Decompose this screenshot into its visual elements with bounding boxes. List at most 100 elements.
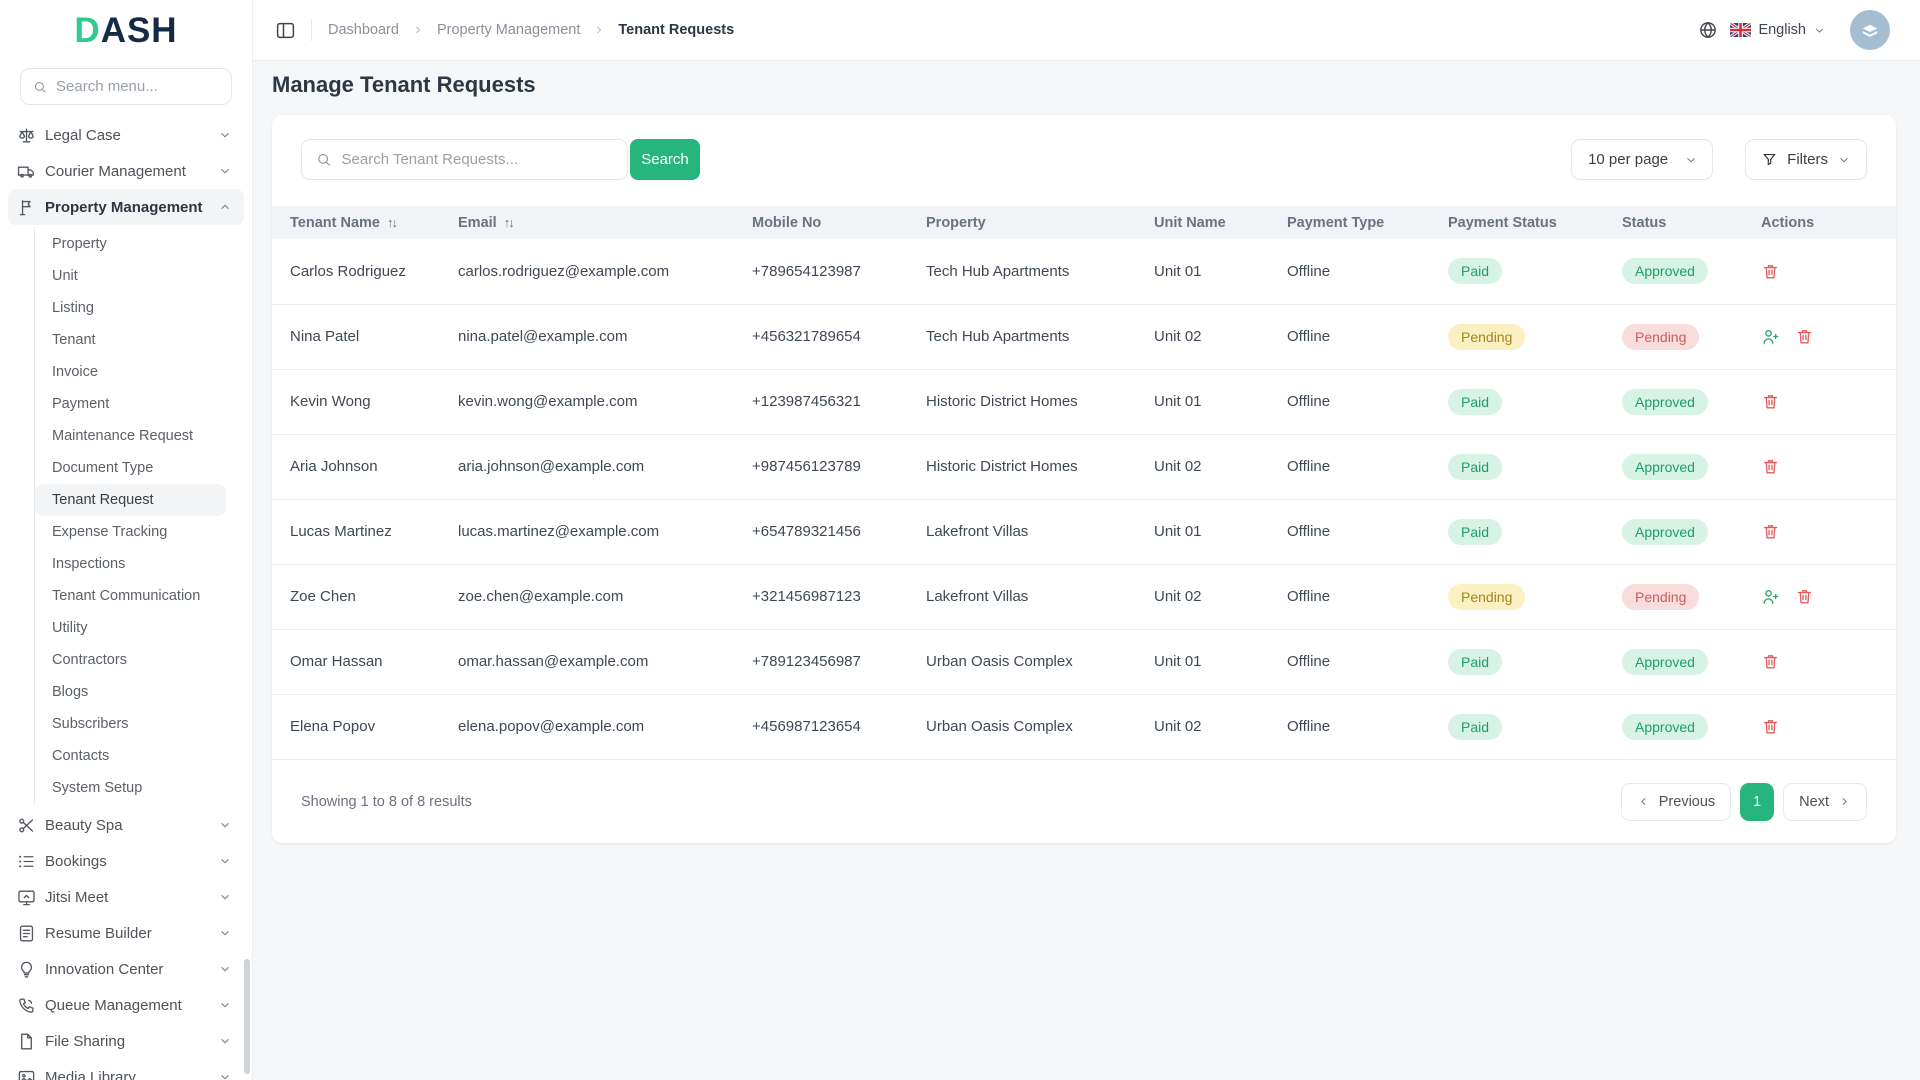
sidebar-item-courier-management[interactable]: Courier Management bbox=[8, 153, 244, 189]
sidebar-item-label: Property Management bbox=[45, 199, 209, 216]
sort-icon: ↑↓ bbox=[504, 215, 513, 230]
sidebar-subitem-document-type[interactable]: Document Type bbox=[35, 452, 226, 484]
sidebar-toggle-button[interactable] bbox=[275, 20, 296, 41]
sidebar-subitem-listing[interactable]: Listing bbox=[35, 292, 226, 324]
col-header-tenant-name[interactable]: Tenant Name↑↓ bbox=[272, 206, 458, 239]
sidebar-subitem-system-setup[interactable]: System Setup bbox=[35, 772, 226, 804]
search-icon bbox=[316, 151, 332, 168]
sidebar-subitem-tenant[interactable]: Tenant bbox=[35, 324, 226, 356]
pagination: Previous 1 Next bbox=[1621, 783, 1867, 821]
delete-button[interactable] bbox=[1761, 392, 1780, 411]
sidebar-subitem-utility[interactable]: Utility bbox=[35, 612, 226, 644]
sidebar-subitem-contractors[interactable]: Contractors bbox=[35, 644, 226, 676]
tenant-name-cell: Nina Patel bbox=[272, 304, 458, 369]
delete-button[interactable] bbox=[1761, 652, 1780, 671]
per-page-select[interactable]: 10 per page bbox=[1571, 139, 1713, 180]
payment_status-cell: Pending bbox=[1448, 564, 1622, 629]
breadcrumb-property-management[interactable]: Property Management bbox=[437, 22, 580, 38]
sidebar-subitem-expense-tracking[interactable]: Expense Tracking bbox=[35, 516, 226, 548]
sidebar-item-innovation-center[interactable]: Innovation Center bbox=[8, 951, 244, 987]
sidebar-subitem-invoice[interactable]: Invoice bbox=[35, 356, 226, 388]
payment_status-cell: Paid bbox=[1448, 629, 1622, 694]
table-row: Kevin Wongkevin.wong@example.com+1239874… bbox=[272, 369, 1896, 434]
document-icon bbox=[17, 924, 36, 943]
sidebar-subitem-payment[interactable]: Payment bbox=[35, 388, 226, 420]
filters-button[interactable]: Filters bbox=[1745, 139, 1867, 180]
sidebar-subitem-maintenance-request[interactable]: Maintenance Request bbox=[35, 420, 226, 452]
tenant-name-cell: Zoe Chen bbox=[272, 564, 458, 629]
page-number-button[interactable]: 1 bbox=[1740, 783, 1774, 821]
language-select[interactable]: English bbox=[1730, 22, 1826, 38]
unit-cell: Unit 01 bbox=[1154, 369, 1287, 434]
tenant-name-cell: Omar Hassan bbox=[272, 629, 458, 694]
approve-tenant-button[interactable] bbox=[1761, 587, 1780, 606]
trash-icon bbox=[1761, 392, 1780, 411]
chevron-down-icon bbox=[218, 962, 232, 976]
sidebar-item-queue-management[interactable]: Queue Management bbox=[8, 987, 244, 1023]
sidebar-search-input[interactable] bbox=[56, 78, 219, 95]
payment_status-badge: Pending bbox=[1448, 324, 1525, 350]
payment_status-cell: Paid bbox=[1448, 239, 1622, 304]
chevron-down-icon bbox=[1813, 24, 1826, 37]
table-row: Carlos Rodriguezcarlos.rodriguez@example… bbox=[272, 239, 1896, 304]
sidebar-subitem-subscribers[interactable]: Subscribers bbox=[35, 708, 226, 740]
list-icon bbox=[17, 852, 36, 871]
tenant-name-cell: Aria Johnson bbox=[272, 434, 458, 499]
payment_status-cell: Paid bbox=[1448, 499, 1622, 564]
delete-button[interactable] bbox=[1761, 717, 1780, 736]
col-header-email[interactable]: Email↑↓ bbox=[458, 206, 752, 239]
chevron-down-icon bbox=[218, 1070, 232, 1080]
delete-button[interactable] bbox=[1761, 522, 1780, 541]
chevron-down-icon bbox=[218, 1034, 232, 1048]
chevron-down-icon bbox=[218, 128, 232, 142]
sidebar-subitem-tenant-communication[interactable]: Tenant Communication bbox=[35, 580, 226, 612]
payment_status-badge: Paid bbox=[1448, 454, 1502, 480]
sidebar-item-beauty-spa[interactable]: Beauty Spa bbox=[8, 807, 244, 843]
col-header-actions: Actions bbox=[1761, 206, 1896, 239]
table-row: Aria Johnsonaria.johnson@example.com+987… bbox=[272, 434, 1896, 499]
uk-flag-icon bbox=[1730, 23, 1751, 37]
status-badge: Approved bbox=[1622, 519, 1708, 545]
chevron-down-icon bbox=[218, 854, 232, 868]
breadcrumb-dashboard[interactable]: Dashboard bbox=[328, 22, 399, 38]
sidebar-item-property-management[interactable]: Property Management bbox=[8, 189, 244, 225]
sidebar-subitem-contacts[interactable]: Contacts bbox=[35, 740, 226, 772]
payment_status-badge: Pending bbox=[1448, 584, 1525, 610]
delete-button[interactable] bbox=[1795, 327, 1814, 346]
search-button[interactable]: Search bbox=[630, 139, 700, 180]
unit-cell: Unit 02 bbox=[1154, 694, 1287, 759]
next-page-button[interactable]: Next bbox=[1783, 783, 1867, 821]
sidebar-item-media-library[interactable]: Media Library bbox=[8, 1059, 244, 1080]
table-search-input[interactable] bbox=[342, 151, 613, 168]
chevron-up-icon bbox=[218, 200, 232, 214]
sidebar-subitem-property[interactable]: Property bbox=[35, 228, 226, 260]
page-title: Manage Tenant Requests bbox=[272, 71, 1896, 99]
globe-icon[interactable] bbox=[1698, 20, 1718, 40]
chevron-right-icon bbox=[412, 24, 424, 36]
email-cell: kevin.wong@example.com bbox=[458, 369, 752, 434]
sidebar-subitem-tenant-request[interactable]: Tenant Request bbox=[35, 484, 226, 516]
sidebar-item-label: Innovation Center bbox=[45, 961, 209, 978]
email-cell: aria.johnson@example.com bbox=[458, 434, 752, 499]
sidebar-item-bookings[interactable]: Bookings bbox=[8, 843, 244, 879]
delete-button[interactable] bbox=[1761, 457, 1780, 476]
avatar[interactable] bbox=[1850, 10, 1890, 50]
sidebar-subitem-blogs[interactable]: Blogs bbox=[35, 676, 226, 708]
sidebar-item-jitsi-meet[interactable]: Jitsi Meet bbox=[8, 879, 244, 915]
payment-type-cell: Offline bbox=[1287, 239, 1448, 304]
delete-button[interactable] bbox=[1795, 587, 1814, 606]
sidebar-item-file-sharing[interactable]: File Sharing bbox=[8, 1023, 244, 1059]
card-footer: Showing 1 to 8 of 8 results Previous 1 N… bbox=[272, 759, 1896, 843]
delete-button[interactable] bbox=[1761, 262, 1780, 281]
col-header-payment-status: Payment Status bbox=[1448, 206, 1622, 239]
logo-accent-letter: D bbox=[74, 11, 100, 51]
actions-cell bbox=[1761, 434, 1896, 499]
sort-icon: ↑↓ bbox=[387, 215, 396, 230]
payment_status-cell: Paid bbox=[1448, 369, 1622, 434]
sidebar-item-resume-builder[interactable]: Resume Builder bbox=[8, 915, 244, 951]
sidebar-item-legal-case[interactable]: Legal Case bbox=[8, 117, 244, 153]
sidebar-subitem-inspections[interactable]: Inspections bbox=[35, 548, 226, 580]
previous-page-button[interactable]: Previous bbox=[1621, 783, 1731, 821]
sidebar-subitem-unit[interactable]: Unit bbox=[35, 260, 226, 292]
approve-tenant-button[interactable] bbox=[1761, 327, 1780, 346]
